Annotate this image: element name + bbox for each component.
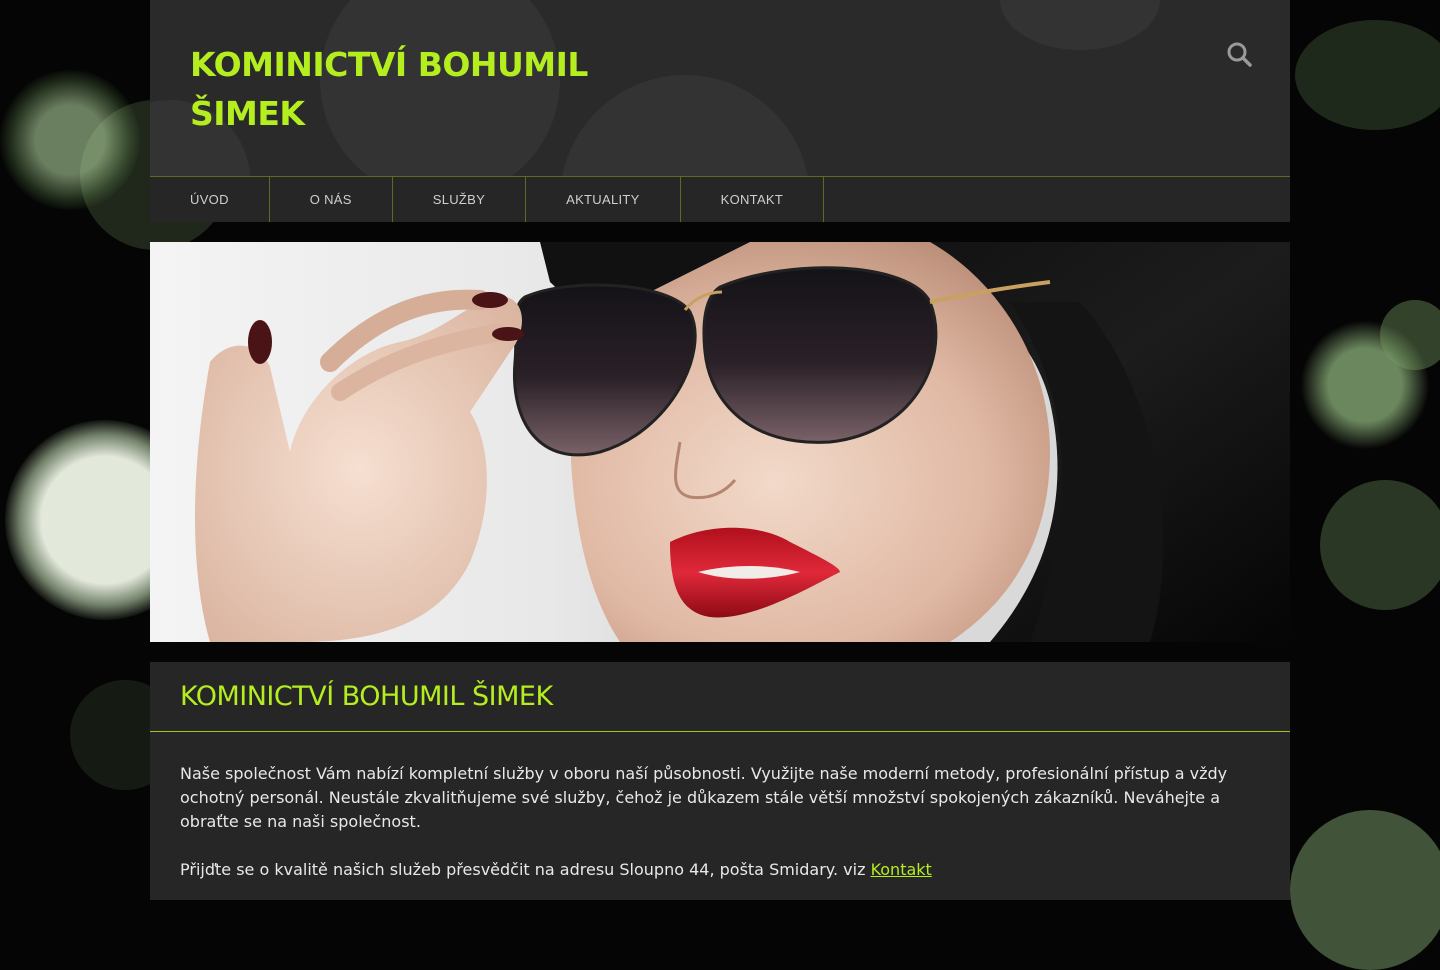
background-bokeh <box>1295 20 1440 130</box>
nav-item-uvod[interactable]: ÚVOD <box>150 177 270 222</box>
search-icon-glyph <box>1227 42 1252 67</box>
contact-link[interactable]: Kontakt <box>871 860 932 879</box>
content-body: Naše společnost Vám nabízí kompletní slu… <box>150 732 1290 882</box>
address-paragraph: Přijďte se o kvalitě našich služeb přesv… <box>180 858 1260 882</box>
background-bokeh <box>1290 810 1440 970</box>
intro-paragraph: Naše společnost Vám nabízí kompletní slu… <box>180 764 1228 831</box>
address-text: Přijďte se o kvalitě našich služeb přesv… <box>180 860 866 879</box>
page-heading: KOMINICTVÍ BOHUMIL ŠIMEK <box>150 662 1290 732</box>
nav-item-aktuality[interactable]: AKTUALITY <box>526 177 681 222</box>
main-content: KOMINICTVÍ BOHUMIL ŠIMEK Naše společnost… <box>150 662 1290 900</box>
site-header: KOMINICTVÍ BOHUMIL ŠIMEK <box>150 0 1290 177</box>
nav-item-sluzby[interactable]: SLUŽBY <box>393 177 527 222</box>
hero-banner <box>150 242 1290 642</box>
header-bokeh <box>1000 0 1160 50</box>
background-bokeh <box>0 70 140 210</box>
search-icon[interactable] <box>1225 40 1255 70</box>
nav-item-kontakt[interactable]: KONTAKT <box>681 177 825 222</box>
background-bokeh <box>1320 480 1440 610</box>
woman-sunglasses-photo <box>150 242 1290 642</box>
main-nav: ÚVOD O NÁS SLUŽBY AKTUALITY KONTAKT <box>150 176 1290 222</box>
nav-item-o-nas[interactable]: O NÁS <box>270 177 393 222</box>
site-title[interactable]: KOMINICTVÍ BOHUMIL ŠIMEK <box>190 40 610 138</box>
